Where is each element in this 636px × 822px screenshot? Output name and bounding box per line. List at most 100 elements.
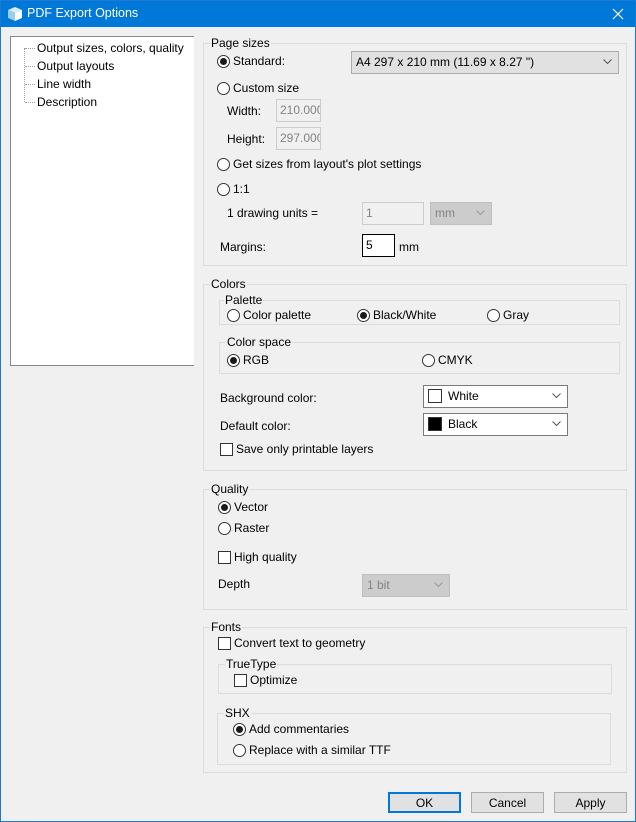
pdf-export-options-dialog: PDF Export Options Output sizes, colors,… bbox=[0, 0, 636, 822]
background-color-select[interactable]: White bbox=[423, 385, 568, 408]
shx-group: SHX bbox=[217, 706, 611, 765]
color-space-cmyk-radio[interactable]: CMYK bbox=[422, 353, 473, 367]
tree-connector bbox=[24, 48, 25, 102]
radio-indicator bbox=[227, 308, 240, 322]
checkbox-indicator bbox=[220, 442, 233, 456]
quality-vector-radio-label: Vector bbox=[234, 500, 269, 514]
chevron-down-icon bbox=[476, 210, 485, 216]
chevron-down-icon bbox=[603, 59, 612, 65]
close-icon bbox=[612, 8, 624, 20]
quality-vector-radio[interactable]: Vector bbox=[218, 500, 268, 514]
radio-indicator bbox=[217, 157, 230, 171]
palette-gray-radio[interactable]: Gray bbox=[487, 308, 529, 322]
checkbox-indicator bbox=[234, 673, 247, 687]
drawing-units-input[interactable]: 1 bbox=[362, 202, 424, 225]
standard-radio-label: Standard: bbox=[233, 54, 286, 68]
chevron-down-icon bbox=[552, 421, 561, 427]
radio-indicator bbox=[217, 182, 230, 196]
palette-label: Palette bbox=[224, 293, 264, 307]
apply-button[interactable]: Apply bbox=[554, 792, 627, 813]
standard-radio[interactable]: Standard: bbox=[217, 54, 285, 68]
default-color-label: Default color: bbox=[220, 419, 291, 433]
shx-add-commentaries-radio[interactable]: Add commentaries bbox=[233, 722, 349, 736]
high-quality-label: High quality bbox=[234, 550, 297, 564]
layout-plot-settings-radio-label: Get sizes from layout's plot settings bbox=[233, 157, 422, 171]
high-quality-checkbox[interactable]: High quality bbox=[218, 550, 297, 564]
app-icon bbox=[8, 7, 22, 21]
margins-label: Margins: bbox=[220, 240, 267, 254]
tree-item-description[interactable]: Description bbox=[36, 93, 98, 111]
radio-indicator bbox=[217, 54, 230, 68]
tree-item-output-sizes[interactable]: Output sizes, colors, quality bbox=[36, 39, 185, 57]
cancel-button[interactable]: Cancel bbox=[471, 792, 544, 813]
margins-input[interactable]: 5 bbox=[362, 234, 395, 257]
palette-gray-radio-label: Gray bbox=[503, 308, 530, 322]
window-title: PDF Export Options bbox=[27, 6, 139, 20]
palette-black-white-radio[interactable]: Black/White bbox=[357, 308, 436, 322]
chevron-down-icon bbox=[434, 582, 443, 588]
drawing-units-unit-select[interactable]: mm bbox=[430, 202, 492, 225]
save-printable-layers-checkbox[interactable]: Save only printable layers bbox=[220, 442, 373, 456]
truetype-label: TrueType bbox=[225, 657, 278, 671]
convert-text-geometry-checkbox[interactable]: Convert text to geometry bbox=[218, 636, 365, 650]
tree-item-output-layouts[interactable]: Output layouts bbox=[36, 57, 115, 75]
drawing-units-label: 1 drawing units = bbox=[227, 206, 319, 220]
quality-raster-radio-label: Raster bbox=[234, 521, 270, 535]
fonts-label: Fonts bbox=[210, 620, 243, 634]
layout-plot-settings-radio[interactable]: Get sizes from layout's plot settings bbox=[217, 157, 421, 171]
optimize-checkbox[interactable]: Optimize bbox=[234, 673, 297, 687]
convert-text-geometry-label: Convert text to geometry bbox=[234, 636, 366, 650]
save-printable-layers-label: Save only printable layers bbox=[236, 442, 374, 456]
radio-indicator bbox=[227, 353, 240, 367]
radio-indicator bbox=[357, 308, 370, 322]
close-button[interactable] bbox=[601, 1, 635, 27]
tree-item-line-width[interactable]: Line width bbox=[36, 75, 92, 93]
checkbox-indicator bbox=[218, 636, 231, 650]
page-sizes-label: Page sizes bbox=[210, 36, 271, 50]
shx-add-commentaries-label: Add commentaries bbox=[249, 722, 350, 736]
drawing-units-unit-value: mm bbox=[435, 206, 455, 220]
custom-size-radio-label: Custom size bbox=[233, 81, 300, 95]
depth-value: 1 bit bbox=[367, 578, 390, 592]
shx-replace-ttf-radio[interactable]: Replace with a similar TTF bbox=[233, 743, 391, 757]
height-input[interactable]: 297.000 bbox=[276, 127, 321, 150]
tree-connector bbox=[25, 84, 35, 85]
ok-button[interactable]: OK bbox=[388, 792, 461, 813]
quality-raster-radio[interactable]: Raster bbox=[218, 521, 269, 535]
palette-color-radio-label: Color palette bbox=[243, 308, 312, 322]
standard-size-select[interactable]: A4 297 x 210 mm (11.69 x 8.27 ") bbox=[351, 51, 619, 74]
shx-replace-ttf-label: Replace with a similar TTF bbox=[249, 743, 391, 757]
width-input[interactable]: 210.000 bbox=[276, 99, 321, 122]
depth-label: Depth bbox=[218, 577, 251, 591]
title-bar: PDF Export Options bbox=[1, 1, 635, 27]
standard-size-value: A4 297 x 210 mm (11.69 x 8.27 ") bbox=[356, 55, 535, 69]
shx-label: SHX bbox=[224, 706, 251, 720]
width-label: Width: bbox=[227, 104, 262, 118]
color-space-cmyk-radio-label: CMYK bbox=[438, 353, 473, 367]
radio-indicator bbox=[233, 743, 246, 757]
radio-indicator bbox=[217, 81, 230, 95]
default-color-select[interactable]: Black bbox=[423, 413, 568, 436]
radio-indicator bbox=[218, 521, 231, 535]
color-space-rgb-radio-label: RGB bbox=[243, 353, 270, 367]
radio-indicator bbox=[487, 308, 500, 322]
colors-label: Colors bbox=[210, 277, 247, 291]
depth-select[interactable]: 1 bit bbox=[362, 574, 450, 597]
one-to-one-radio-label: 1:1 bbox=[233, 182, 250, 196]
color-swatch bbox=[428, 416, 442, 431]
color-space-rgb-radio[interactable]: RGB bbox=[227, 353, 269, 367]
height-label: Height: bbox=[227, 132, 266, 146]
background-color-label: Background color: bbox=[220, 391, 317, 405]
color-space-group: Color space bbox=[219, 335, 620, 374]
optimize-label: Optimize bbox=[250, 673, 298, 687]
custom-size-radio[interactable]: Custom size bbox=[217, 81, 299, 95]
quality-label: Quality bbox=[210, 482, 250, 496]
options-tree[interactable]: Output sizes, colors, quality Output lay… bbox=[10, 36, 194, 366]
tree-connector bbox=[25, 48, 35, 49]
palette-color-radio[interactable]: Color palette bbox=[227, 308, 311, 322]
margins-unit: mm bbox=[399, 240, 419, 254]
one-to-one-radio[interactable]: 1:1 bbox=[217, 182, 250, 196]
background-color-value: White bbox=[448, 389, 479, 403]
tree-connector bbox=[25, 102, 35, 103]
tree-connector bbox=[25, 66, 35, 67]
